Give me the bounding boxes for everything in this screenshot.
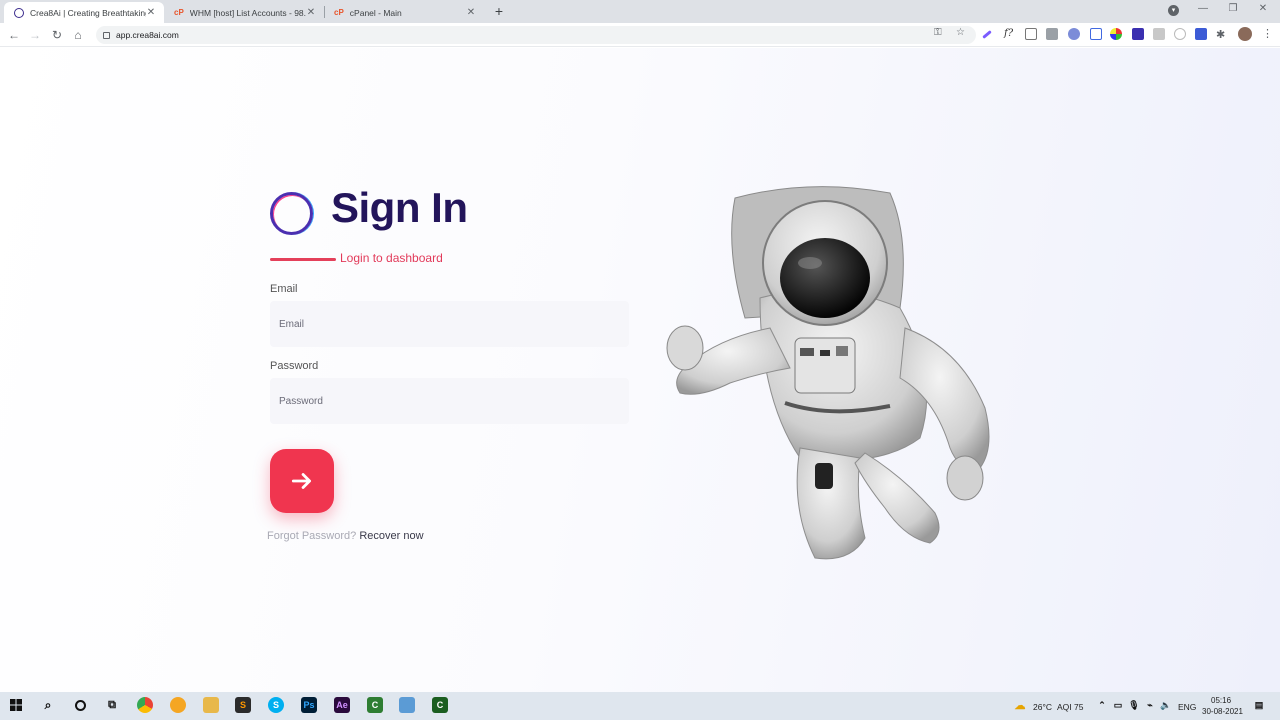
crea8ai-logo-icon bbox=[270, 192, 313, 235]
chrome-canary-icon[interactable] bbox=[170, 697, 186, 713]
home-icon[interactable]: ⌂ bbox=[71, 27, 85, 43]
grey-extension-icon[interactable] bbox=[1153, 28, 1165, 40]
house-extension-icon[interactable] bbox=[1132, 28, 1144, 40]
network-icon[interactable]: ⌁ bbox=[1142, 697, 1158, 713]
notepad-icon[interactable] bbox=[399, 697, 415, 713]
sublime-text-icon[interactable]: S bbox=[235, 697, 251, 713]
notification-icon[interactable]: ▤ bbox=[1251, 697, 1267, 713]
weather-icon[interactable]: ☁ bbox=[1012, 697, 1028, 713]
cpanel-icon: cP bbox=[334, 7, 344, 17]
email-field[interactable] bbox=[270, 301, 629, 347]
email-label: Email bbox=[270, 283, 298, 295]
tab-title: WHM [host] List Accounts - 98.0 bbox=[189, 7, 306, 18]
mouse-extension-icon[interactable] bbox=[1174, 28, 1186, 40]
photoshop-icon[interactable]: Ps bbox=[301, 697, 317, 713]
recover-now-link[interactable]: Recover now bbox=[359, 530, 423, 542]
subtitle-underline bbox=[270, 258, 336, 261]
windows-taskbar: ⌕ ⧉ S S Ps Ae C C ☁ 26°C AQI 75 ⌃ ▭ 🎙 ⌁ … bbox=[0, 692, 1280, 720]
address-url: app.crea8ai.com bbox=[116, 30, 179, 40]
close-icon[interactable]: ✕ bbox=[466, 7, 476, 18]
page-subtitle: Login to dashboard bbox=[340, 251, 443, 265]
back-icon[interactable]: ← bbox=[7, 27, 21, 43]
arrow-right-icon bbox=[291, 473, 311, 489]
tab-title: Crea8Ai | Creating Breathtaking S bbox=[30, 7, 146, 18]
tab-title: cPanel - Main bbox=[349, 7, 402, 18]
clock-time[interactable]: 05:16 bbox=[1211, 696, 1231, 705]
key-icon[interactable]: ⚿ bbox=[934, 27, 942, 38]
new-tab-button[interactable]: + bbox=[492, 3, 506, 19]
avatar[interactable] bbox=[1238, 27, 1252, 41]
password-field[interactable] bbox=[270, 378, 629, 424]
color-picker-extension-icon[interactable] bbox=[1110, 28, 1122, 40]
storage-icon[interactable]: ▭ bbox=[1110, 697, 1126, 713]
browser-tab-cpanel[interactable]: cP cPanel - Main ✕ bbox=[324, 2, 484, 23]
astronaut-illustration bbox=[666, 186, 990, 560]
language-indicator[interactable]: ENG bbox=[1178, 702, 1196, 712]
reload-icon[interactable]: ↻ bbox=[50, 27, 64, 43]
chrome-icon[interactable] bbox=[137, 697, 153, 713]
forward-icon[interactable]: → bbox=[28, 27, 42, 43]
login-page: Sign In Login to dashboard Email Passwor… bbox=[0, 48, 1280, 692]
windows-start-icon[interactable] bbox=[8, 697, 24, 713]
browser-tab-whm[interactable]: cP WHM [host] List Accounts - 98.0 ✕ bbox=[164, 2, 324, 23]
window-extension-icon[interactable] bbox=[1090, 28, 1102, 40]
gear-extension-icon[interactable] bbox=[1068, 28, 1080, 40]
sign-in-submit-button[interactable] bbox=[270, 449, 334, 513]
after-effects-icon[interactable]: Ae bbox=[334, 697, 350, 713]
forgot-password-text: Forgot Password? bbox=[267, 530, 357, 542]
task-view-icon[interactable]: ⧉ bbox=[104, 697, 120, 713]
chevron-up-icon[interactable]: ⌃ bbox=[1094, 697, 1110, 713]
puzzle-icon[interactable]: ✱ bbox=[1216, 28, 1228, 41]
skype-icon[interactable]: S bbox=[268, 697, 284, 713]
camera-extension-icon[interactable] bbox=[1025, 28, 1037, 40]
clock-date[interactable]: 30-08-2021 bbox=[1202, 707, 1243, 716]
tab-search-icon[interactable]: ▾ bbox=[1168, 5, 1179, 16]
restore-icon[interactable]: ❐ bbox=[1226, 3, 1240, 14]
browser-tab-crea8ai[interactable]: Crea8Ai | Creating Breathtaking S ✕ bbox=[4, 2, 164, 23]
window-close-icon[interactable]: ✕ bbox=[1256, 3, 1270, 14]
lock-icon bbox=[103, 31, 110, 39]
minimize-icon[interactable]: — bbox=[1196, 3, 1210, 14]
close-icon[interactable]: ✕ bbox=[306, 7, 316, 18]
forgot-password-row: Forgot Password? Recover now bbox=[267, 530, 424, 542]
volume-icon[interactable]: 🔈 bbox=[1158, 697, 1174, 713]
more-menu-icon[interactable]: ⋮ bbox=[1262, 27, 1273, 40]
code-extension-icon[interactable] bbox=[1046, 28, 1058, 40]
browser-tab-bar: Crea8Ai | Creating Breathtaking S ✕ cP W… bbox=[0, 0, 1280, 23]
camtasia-recorder-icon[interactable]: C bbox=[432, 697, 448, 713]
browser-toolbar: ← → ↻ ⌂ app.crea8ai.com ⚿ ☆ bbox=[0, 23, 1280, 47]
close-icon[interactable]: ✕ bbox=[146, 7, 156, 18]
password-label: Password bbox=[270, 360, 319, 372]
camtasia-icon[interactable]: C bbox=[367, 697, 383, 713]
weather-aqi: AQI 75 bbox=[1057, 702, 1084, 712]
search-icon[interactable]: ⌕ bbox=[40, 697, 56, 713]
microphone-icon[interactable]: 🎙 bbox=[1126, 697, 1142, 713]
crea8ai-ring-icon bbox=[14, 7, 24, 18]
bookmark-star-icon[interactable]: ☆ bbox=[956, 27, 965, 38]
weather-temperature: 26°C bbox=[1033, 702, 1052, 712]
cpanel-icon: cP bbox=[174, 7, 184, 17]
address-bar[interactable]: app.crea8ai.com bbox=[96, 26, 976, 44]
file-explorer-icon[interactable] bbox=[203, 697, 219, 713]
formula-extension-icon[interactable]: f? bbox=[1004, 28, 1016, 40]
translate-extension-icon[interactable] bbox=[1195, 28, 1207, 40]
cortana-icon[interactable] bbox=[72, 697, 88, 713]
page-title: Sign In bbox=[331, 184, 468, 231]
